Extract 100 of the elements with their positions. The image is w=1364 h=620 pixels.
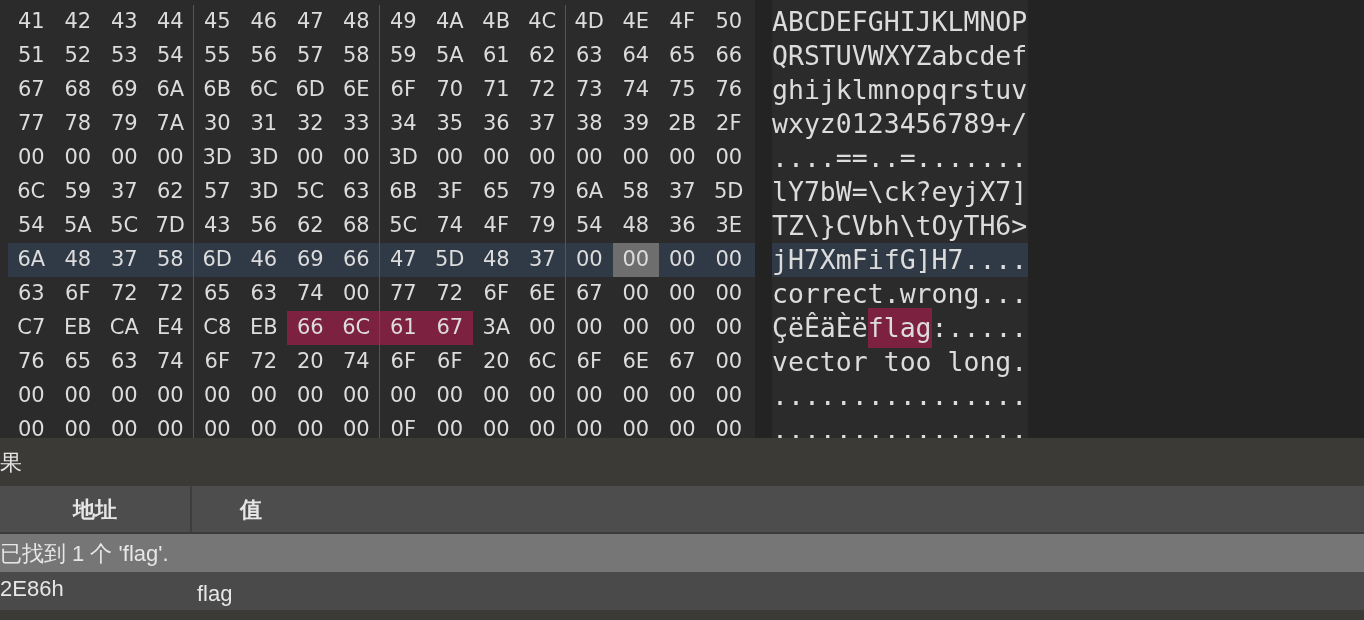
hex-byte[interactable]: 3F xyxy=(426,175,473,209)
hex-byte[interactable]: 00 xyxy=(659,243,706,277)
hex-byte[interactable]: 67 xyxy=(8,73,55,107)
result-row[interactable]: 2E86h flag xyxy=(0,572,1364,610)
hex-byte[interactable]: 00 xyxy=(333,379,380,413)
hex-byte[interactable]: 45 xyxy=(194,5,241,39)
hex-byte[interactable]: 00 xyxy=(612,277,659,311)
hex-byte[interactable]: 66 xyxy=(705,39,752,73)
column-header[interactable]: 值 xyxy=(192,486,262,532)
hex-byte[interactable]: 55 xyxy=(194,39,241,73)
hex-byte[interactable]: 68 xyxy=(54,73,101,107)
hex-byte[interactable]: 4C xyxy=(519,5,566,39)
hex-byte[interactable]: 76 xyxy=(705,73,752,107)
hex-byte[interactable]: 6C xyxy=(333,311,380,345)
hex-byte[interactable]: 4D xyxy=(566,5,613,39)
hex-byte[interactable]: 00 xyxy=(426,413,473,438)
hex-byte[interactable]: 53 xyxy=(101,39,148,73)
hex-byte[interactable]: C8 xyxy=(194,311,241,345)
hex-byte[interactable]: 33 xyxy=(333,107,380,141)
hex-byte[interactable]: 00 xyxy=(659,379,706,413)
hex-byte[interactable]: 62 xyxy=(287,209,334,243)
hex-byte[interactable]: 63 xyxy=(240,277,287,311)
hex-byte[interactable]: 00 xyxy=(8,379,55,413)
hex-byte[interactable]: 58 xyxy=(612,175,659,209)
hex-byte[interactable]: EB xyxy=(240,311,287,345)
hex-byte[interactable]: 74 xyxy=(612,73,659,107)
hex-byte[interactable]: 59 xyxy=(54,175,101,209)
hex-byte[interactable]: 78 xyxy=(54,107,101,141)
hex-byte[interactable]: 20 xyxy=(287,345,334,379)
hex-byte[interactable]: 56 xyxy=(240,209,287,243)
hex-byte[interactable]: 00 xyxy=(287,141,334,175)
hex-byte[interactable]: 00 xyxy=(101,141,148,175)
hex-byte[interactable]: 6C xyxy=(519,345,566,379)
hex-byte[interactable]: 6C xyxy=(240,73,287,107)
hex-byte[interactable]: 6F xyxy=(194,345,241,379)
hex-byte[interactable]: 42 xyxy=(54,5,101,39)
hex-byte[interactable]: 74 xyxy=(287,277,334,311)
hex-byte[interactable]: 3D xyxy=(240,175,287,209)
hex-byte[interactable]: 6A xyxy=(8,243,55,277)
hex-byte[interactable]: 36 xyxy=(659,209,706,243)
hex-byte[interactable]: 4A xyxy=(426,5,473,39)
hex-byte[interactable]: 00 xyxy=(705,345,752,379)
hex-byte[interactable]: 61 xyxy=(473,39,520,73)
hex-byte[interactable]: 57 xyxy=(194,175,241,209)
hex-byte[interactable]: 59 xyxy=(380,39,427,73)
hex-byte[interactable]: 00 xyxy=(566,413,613,438)
hex-byte[interactable]: 30 xyxy=(194,107,241,141)
hex-byte[interactable]: 00 xyxy=(566,311,613,345)
hex-byte[interactable]: 48 xyxy=(333,5,380,39)
hex-byte[interactable]: 20 xyxy=(473,345,520,379)
hex-byte[interactable]: 6C xyxy=(8,175,55,209)
hex-byte[interactable]: 00 xyxy=(473,379,520,413)
hex-byte[interactable]: 74 xyxy=(426,209,473,243)
hex-byte[interactable]: 44 xyxy=(147,5,194,39)
hex-byte[interactable]: 0F xyxy=(380,413,427,438)
hex-byte[interactable]: 00 xyxy=(612,413,659,438)
hex-byte[interactable]: 00 xyxy=(194,379,241,413)
hex-byte[interactable]: 3A xyxy=(473,311,520,345)
hex-byte[interactable]: 7A xyxy=(147,107,194,141)
hex-byte[interactable]: 00 xyxy=(612,243,659,277)
column-header[interactable]: 地址 xyxy=(0,486,192,532)
hex-byte[interactable]: 2F xyxy=(705,107,752,141)
hex-byte[interactable]: 58 xyxy=(147,243,194,277)
hex-byte[interactable]: 4B xyxy=(473,5,520,39)
hex-byte[interactable]: 31 xyxy=(240,107,287,141)
hex-byte[interactable]: 00 xyxy=(147,141,194,175)
hex-byte[interactable]: 72 xyxy=(101,277,148,311)
hex-byte[interactable]: 3D xyxy=(240,141,287,175)
hex-byte[interactable]: 00 xyxy=(8,141,55,175)
hex-byte[interactable]: 34 xyxy=(380,107,427,141)
hex-byte[interactable]: 39 xyxy=(612,107,659,141)
hex-byte[interactable]: 50 xyxy=(705,5,752,39)
hex-byte[interactable]: 6F xyxy=(380,345,427,379)
hex-byte[interactable]: 37 xyxy=(519,243,566,277)
hex-byte[interactable]: 66 xyxy=(287,311,334,345)
hex-byte[interactable]: 00 xyxy=(659,311,706,345)
hex-byte[interactable]: 00 xyxy=(519,379,566,413)
hex-byte[interactable]: 58 xyxy=(333,39,380,73)
hex-byte[interactable]: 6F xyxy=(54,277,101,311)
hex-byte[interactable]: 00 xyxy=(612,379,659,413)
hex-byte[interactable]: 6F xyxy=(426,345,473,379)
hex-byte[interactable]: 65 xyxy=(473,175,520,209)
hex-byte[interactable]: 76 xyxy=(8,345,55,379)
hex-byte[interactable]: 00 xyxy=(287,413,334,438)
hex-byte[interactable]: 00 xyxy=(705,379,752,413)
hex-byte[interactable]: 72 xyxy=(147,277,194,311)
hex-byte[interactable]: 00 xyxy=(101,379,148,413)
hex-byte[interactable]: 48 xyxy=(473,243,520,277)
hex-byte[interactable]: 62 xyxy=(519,39,566,73)
hex-byte[interactable]: 79 xyxy=(519,175,566,209)
hex-byte[interactable]: 49 xyxy=(380,5,427,39)
hex-byte[interactable]: 41 xyxy=(8,5,55,39)
hex-byte[interactable]: 73 xyxy=(566,73,613,107)
hex-byte[interactable]: 48 xyxy=(54,243,101,277)
hex-byte[interactable]: 47 xyxy=(380,243,427,277)
hex-byte[interactable]: 67 xyxy=(659,345,706,379)
hex-byte[interactable]: 6F xyxy=(566,345,613,379)
hex-byte[interactable]: 00 xyxy=(240,379,287,413)
hex-byte[interactable]: 43 xyxy=(194,209,241,243)
hex-byte[interactable]: 54 xyxy=(147,39,194,73)
